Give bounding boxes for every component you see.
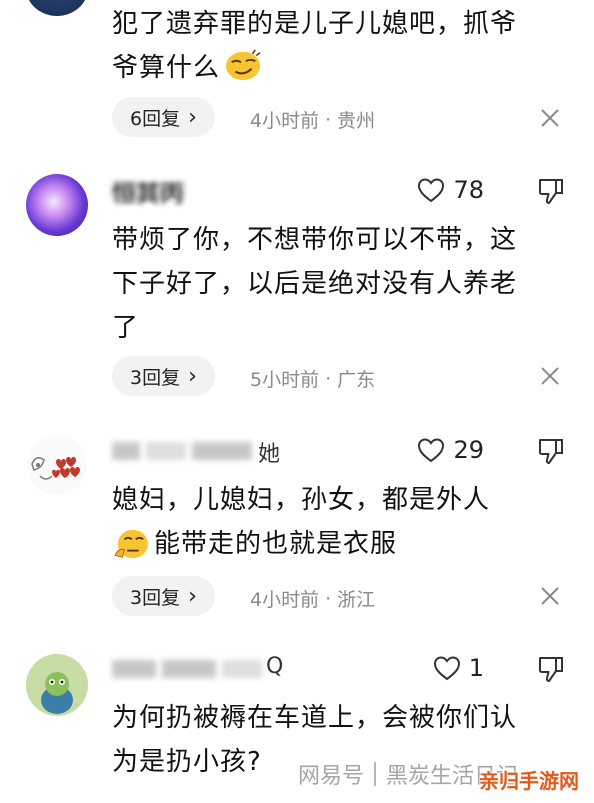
cartoon-avatar-icon <box>26 654 88 716</box>
heart-outline-icon <box>418 178 445 203</box>
username[interactable]: 恒其丙 <box>112 176 292 208</box>
username-text: 她 <box>258 442 281 467</box>
comment-1: 犯了遗弃罪的是儿子儿媳吧，抓爷 爷算什么 6回复 › 4小时前 · 贵州 <box>0 0 594 150</box>
smirk-emoji-icon <box>226 49 261 81</box>
blurred-username <box>162 660 216 678</box>
watermark-divider <box>374 762 377 786</box>
watermark-source: 网易号 <box>298 764 365 789</box>
like-button[interactable]: 1 <box>433 654 484 682</box>
like-count: 1 <box>468 654 484 682</box>
thumbs-down-icon[interactable] <box>536 176 566 206</box>
comment-text: 犯了遗弃罪的是儿子儿媳吧，抓爷 爷算什么 <box>112 2 564 90</box>
close-icon[interactable] <box>540 108 560 128</box>
comment-location: 广东 <box>337 369 376 391</box>
thumbs-down-icon[interactable] <box>536 436 566 466</box>
like-count: 29 <box>453 436 484 464</box>
comment-text-line: 能带走的也就是衣服 <box>154 529 398 559</box>
username[interactable]: 她 <box>112 436 292 468</box>
comment-time: 5小时前 <box>250 369 320 391</box>
cartoon-avatar-icon <box>27 435 87 495</box>
username[interactable]: Q <box>112 654 292 686</box>
heart-outline-icon <box>433 656 460 681</box>
comment-text-line: 犯了遗弃罪的是儿子儿媳吧，抓爷 <box>112 9 518 39</box>
comment-time: 4小时前 <box>250 110 320 132</box>
comment-text-line: 爷算什么 <box>112 53 221 83</box>
comment-2: 恒其丙 78 带烦了你，不想带你可以不带，这 下子好了，以后是绝对没有人养老 了… <box>0 160 594 410</box>
replies-button[interactable]: 3回复 › <box>112 356 215 396</box>
thumbs-down-icon[interactable] <box>536 654 566 684</box>
comment-location: 贵州 <box>337 110 376 132</box>
meta-separator: · <box>325 108 332 131</box>
chevron-right-icon: › <box>188 583 197 609</box>
avatar[interactable] <box>26 434 88 496</box>
replies-label: 6回复 <box>130 107 181 130</box>
corner-logo-text: 亲归手游网 <box>479 768 579 793</box>
blurred-username <box>112 660 156 678</box>
chevron-right-icon: › <box>188 363 197 389</box>
replies-label: 3回复 <box>130 586 181 609</box>
heart-outline-icon <box>418 438 445 463</box>
replies-label: 3回复 <box>130 366 181 389</box>
close-icon[interactable] <box>540 586 560 606</box>
username-text: Q <box>266 654 284 679</box>
avatar[interactable] <box>26 0 88 16</box>
thinking-emoji-icon <box>114 529 148 559</box>
like-button[interactable]: 78 <box>417 176 484 204</box>
close-icon[interactable] <box>540 366 560 386</box>
like-count: 78 <box>453 176 484 204</box>
comment-meta: 5小时前 · 广东 <box>250 365 375 392</box>
comment-text-line: 带烦了你，不想带你可以不带，这 <box>112 225 518 255</box>
comment-text-line: 下子好了，以后是绝对没有人养老 <box>112 269 518 299</box>
comment-3: 她 29 媳妇，儿媳妇，孙女，都是外人 能带走的也就是衣服 3回复 › 4小时前… <box>0 420 594 630</box>
comment-text-line: 媳妇，儿媳妇，孙女，都是外人 <box>112 485 491 515</box>
chevron-right-icon: › <box>188 104 197 130</box>
corner-logo: 亲归手游网 <box>470 759 588 799</box>
like-button[interactable]: 29 <box>417 436 484 464</box>
avatar[interactable] <box>26 654 88 716</box>
blurred-username <box>112 442 140 460</box>
comment-text: 媳妇，儿媳妇，孙女，都是外人 能带走的也就是衣服 <box>112 478 564 566</box>
username-text: 恒其丙 <box>112 180 184 208</box>
replies-button[interactable]: 3回复 › <box>112 576 215 616</box>
comment-meta: 4小时前 · 贵州 <box>250 106 375 133</box>
meta-separator: · <box>325 587 332 610</box>
avatar[interactable] <box>26 174 88 236</box>
blurred-username <box>192 442 252 460</box>
replies-button[interactable]: 6回复 › <box>112 97 215 137</box>
meta-separator: · <box>325 367 332 390</box>
comment-text-line: 了 <box>112 313 140 343</box>
blurred-username <box>222 660 262 678</box>
comment-text-line: 为何扔被褥在车道上，会被你们认 <box>112 703 518 733</box>
comment-time: 4小时前 <box>250 589 320 611</box>
comment-location: 浙江 <box>337 589 376 611</box>
blurred-username <box>146 442 186 460</box>
comment-text: 带烦了你，不想带你可以不带，这 下子好了，以后是绝对没有人养老 了 <box>112 218 564 350</box>
comment-meta: 4小时前 · 浙江 <box>250 585 375 612</box>
